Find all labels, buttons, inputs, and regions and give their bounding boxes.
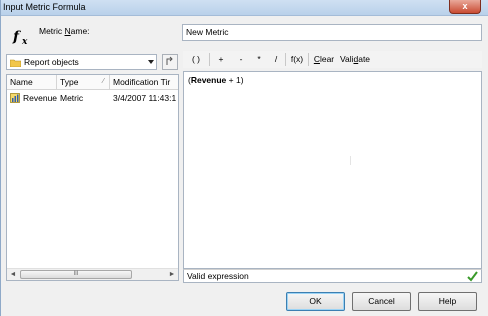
sort-icon: ⁄ bbox=[102, 78, 104, 85]
plus-button[interactable]: + bbox=[216, 53, 226, 66]
clear-button[interactable]: Clear bbox=[313, 53, 335, 66]
status-text: Valid expression bbox=[187, 271, 249, 281]
dropdown-selected-value: Report objects bbox=[24, 57, 79, 67]
text-cursor bbox=[350, 156, 351, 165]
toolbar-divider bbox=[209, 53, 210, 66]
function-fx-icon: f x bbox=[12, 29, 28, 46]
toolbar-divider bbox=[285, 53, 286, 66]
input-metric-formula-dialog: Input Metric Formula x f x Metric Name: … bbox=[0, 0, 488, 316]
formula-editor[interactable]: (Revenue + 1) bbox=[183, 71, 482, 269]
column-header-name[interactable]: Name bbox=[7, 75, 57, 90]
row-name: Revenue bbox=[23, 93, 58, 103]
column-header-type[interactable]: Type ⁄ bbox=[57, 75, 110, 90]
help-button[interactable]: Help bbox=[418, 292, 477, 311]
parentheses-button[interactable]: ( ) bbox=[187, 53, 205, 66]
window-title: Input Metric Formula bbox=[3, 2, 86, 12]
up-arrow-icon bbox=[166, 56, 173, 65]
toolbar-divider bbox=[308, 53, 309, 66]
chevron-down-icon bbox=[148, 60, 154, 64]
svg-text:f: f bbox=[12, 29, 22, 45]
validation-status-bar: Valid expression bbox=[183, 269, 482, 283]
multiply-button[interactable]: * bbox=[254, 53, 264, 66]
formula-object-token: Revenue bbox=[190, 75, 227, 85]
metric-name-label: Metric Name: bbox=[39, 26, 90, 36]
list-item[interactable]: Revenue Metric 3/4/2007 11:43:1 bbox=[7, 92, 178, 105]
column-header-type-label: Type bbox=[60, 77, 79, 87]
validate-button[interactable]: Validate bbox=[338, 53, 372, 66]
column-header-modification-time[interactable]: Modification Tir bbox=[110, 75, 178, 90]
folder-icon bbox=[10, 59, 21, 67]
horizontal-scrollbar[interactable]: ◄ III ► bbox=[7, 268, 178, 280]
formula-toolbar: ( ) + - * / f(x) Clear Validate bbox=[183, 51, 482, 68]
divide-button[interactable]: / bbox=[271, 53, 281, 66]
function-button[interactable]: f(x) bbox=[289, 53, 305, 66]
metric-icon bbox=[10, 93, 20, 103]
row-type: Metric bbox=[60, 93, 84, 103]
formula-text: (Revenue + 1) bbox=[188, 75, 244, 85]
scroll-left-icon[interactable]: ◄ bbox=[7, 269, 19, 280]
minus-button[interactable]: - bbox=[236, 53, 246, 66]
close-button[interactable]: x bbox=[449, 0, 481, 14]
check-icon bbox=[467, 271, 478, 282]
metric-name-value: New Metric bbox=[186, 27, 229, 37]
up-folder-button[interactable] bbox=[162, 54, 178, 70]
object-source-dropdown[interactable]: Report objects bbox=[6, 54, 157, 70]
object-list: Name Type ⁄ Modification Tir Revenue Metr… bbox=[6, 74, 179, 281]
scroll-right-icon[interactable]: ► bbox=[166, 269, 178, 280]
scroll-thumb[interactable]: III bbox=[20, 270, 132, 279]
cancel-button[interactable]: Cancel bbox=[352, 292, 411, 311]
ok-button[interactable]: OK bbox=[286, 292, 345, 311]
list-header: Name Type ⁄ Modification Tir bbox=[7, 75, 178, 90]
metric-name-input[interactable]: New Metric bbox=[182, 24, 482, 41]
close-icon: x bbox=[462, 1, 468, 11]
svg-text:x: x bbox=[21, 37, 28, 46]
row-modified: 3/4/2007 11:43:1 bbox=[113, 93, 177, 103]
title-bar: Input Metric Formula x bbox=[1, 0, 488, 16]
